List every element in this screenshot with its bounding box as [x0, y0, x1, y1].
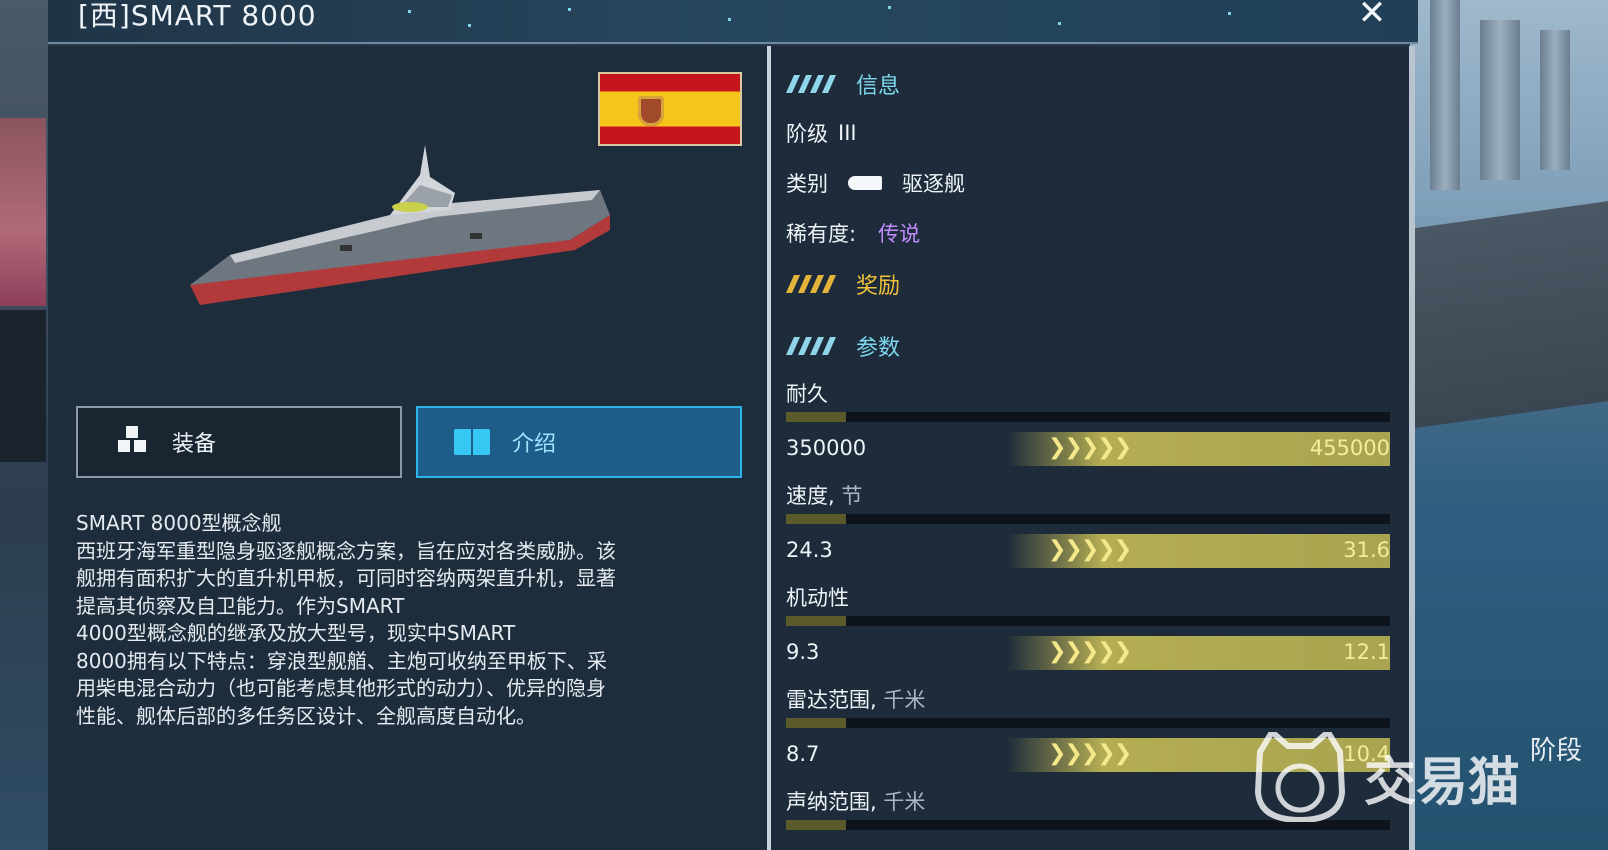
chevrons-icon: ❯❯❯❯❯ — [1048, 537, 1132, 562]
description-line: 提高其侦察及自卫能力。作为SMART — [76, 593, 405, 618]
rewards-section-title: 奖励 — [856, 274, 901, 299]
stat-bar-fill — [786, 412, 847, 422]
watermark-text: 交易猫 — [1364, 752, 1521, 813]
description-line: 8000拥有以下特点：穿浪型舰艏、主炮可收纳至甲板下、采 — [76, 648, 607, 673]
spain-flag-icon — [598, 72, 742, 146]
stat-name: 雷达范围, — [786, 688, 877, 712]
book-icon — [452, 422, 492, 462]
tab-equipment[interactable]: 装备 — [76, 406, 402, 478]
stat-unit: 节 — [841, 484, 863, 508]
stat-values: 9.3 ❯❯❯❯❯ 12.1 — [786, 636, 1390, 670]
tab-introduction-label: 介绍 — [512, 432, 557, 457]
background-card — [0, 118, 46, 306]
rarity-label: 稀有度: — [786, 222, 857, 246]
description-line: 用柴电混合动力（也可能考虑其他形式的动力）、优异的隐身 — [76, 676, 606, 700]
stage-label: 阶段 — [1530, 736, 1583, 766]
destroyer-icon — [848, 176, 882, 190]
info-section-title: 信息 — [856, 74, 901, 99]
stat-name: 声纳范围, — [786, 790, 877, 814]
background-card — [0, 310, 46, 462]
ship-title: [西]SMART 8000 — [78, 0, 317, 32]
stat-bar-fill — [786, 820, 847, 830]
stat-unit: 千米 — [883, 790, 926, 814]
stat-bar-fill — [786, 514, 847, 524]
stat-bar — [786, 514, 1390, 524]
chevrons-icon: ❯❯❯❯❯ — [1048, 639, 1132, 664]
stat-values: 24.3 ❯❯❯❯❯ 31.6 — [786, 534, 1390, 568]
stat-max-value: 12.1 — [1343, 640, 1390, 664]
building — [1430, 0, 1460, 190]
info-section-header: 信息 — [786, 68, 900, 100]
tier-row: 阶级 III — [786, 118, 857, 148]
stat-label: 耐久 — [786, 378, 828, 408]
ship-model-image — [190, 145, 610, 305]
header-bar: [西]SMART 8000 ✕ — [48, 0, 1418, 44]
stat-name: 速度, — [786, 484, 835, 508]
cubes-icon — [112, 422, 152, 462]
stat-label: 机动性 — [786, 582, 849, 612]
stat-current-value: 8.7 — [786, 742, 820, 766]
params-section-title: 参数 — [856, 336, 901, 361]
stat-current-value: 24.3 — [786, 538, 833, 562]
ship-description: SMART 8000型概念舰 西班牙海军重型隐身驱逐舰概念方案，旨在应对各类威胁… — [76, 510, 741, 730]
description-line: SMART 8000型概念舰 — [76, 511, 282, 535]
class-value: 驱逐舰 — [902, 172, 965, 196]
cat-logo-icon — [1254, 732, 1346, 822]
description-line: 西班牙海军重型隐身驱逐舰概念方案，旨在应对各类威胁。该 — [76, 538, 616, 563]
params-section-header: 参数 — [786, 330, 900, 362]
rarity-value: 传说 — [878, 222, 921, 246]
stat-max-value: 31.6 — [1343, 538, 1390, 562]
stat-bar — [786, 412, 1390, 422]
description-line: 4000型概念舰的继承及放大型号，现实中SMART — [76, 621, 516, 645]
stripes-icon — [786, 275, 836, 293]
stat-label: 雷达范围, 千米 — [786, 684, 925, 714]
watermark: 交易猫 — [1250, 732, 1520, 822]
tab-equipment-label: 装备 — [172, 432, 217, 457]
building — [1480, 20, 1520, 180]
chevrons-icon: ❯❯❯❯❯ — [1048, 435, 1132, 460]
stat-values: 350000 ❯❯❯❯❯ 455000 — [786, 432, 1390, 466]
description-line: 舰拥有面积扩大的直升机甲板，可同时容纳两架直升机，显著 — [76, 566, 616, 590]
description-line: 性能、舰体后部的多任务区设计、全舰高度自动化。 — [76, 703, 536, 728]
stat-current-value: 9.3 — [786, 640, 820, 664]
tier-label: 阶级 — [786, 122, 828, 146]
coat-of-arms-icon — [638, 96, 664, 126]
stat-unit: 千米 — [883, 688, 926, 712]
stripes-icon — [786, 337, 836, 355]
building — [1540, 30, 1570, 170]
class-row: 类别 驱逐舰 — [786, 168, 965, 198]
stat-name: 耐久 — [786, 382, 828, 406]
background-left-scene — [0, 0, 48, 850]
tab-introduction[interactable]: 介绍 — [416, 406, 742, 478]
stat-label: 声纳范围, 千米 — [786, 786, 925, 816]
stat-current-value: 350000 — [786, 436, 867, 460]
tier-value: III — [838, 121, 857, 145]
scrollbar[interactable] — [1409, 46, 1415, 850]
background-ship — [1410, 201, 1608, 429]
stat-name: 机动性 — [786, 586, 849, 610]
class-label: 类别 — [786, 172, 828, 196]
stat-bar-fill — [786, 718, 847, 728]
stat-bar-fill — [786, 616, 847, 626]
rarity-row: 稀有度: 传说 — [786, 218, 920, 248]
close-icon[interactable]: ✕ — [1350, 0, 1394, 30]
stat-label: 速度, 节 — [786, 480, 862, 510]
chevrons-icon: ❯❯❯❯❯ — [1048, 741, 1132, 766]
background-right-scene — [1410, 0, 1608, 850]
stat-bar — [786, 616, 1390, 626]
rewards-section-header[interactable]: 奖励 — [786, 268, 900, 300]
stat-max-value: 455000 — [1309, 436, 1390, 460]
stripes-icon — [786, 75, 836, 93]
stat-bar — [786, 718, 1390, 728]
